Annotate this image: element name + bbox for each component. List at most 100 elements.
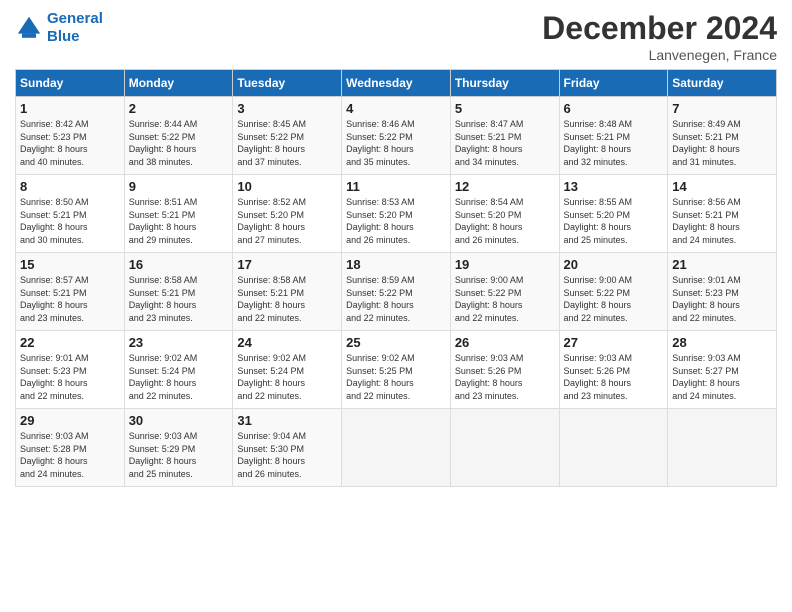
day-number: 9	[129, 179, 229, 194]
calendar-cell: 15 Sunrise: 8:57 AM Sunset: 5:21 PM Dayli…	[16, 253, 125, 331]
day-content: Sunrise: 8:44 AM Sunset: 5:22 PM Dayligh…	[129, 118, 229, 168]
col-monday: Monday	[124, 70, 233, 97]
calendar-cell: 3 Sunrise: 8:45 AM Sunset: 5:22 PM Daylig…	[233, 97, 342, 175]
day-content: Sunrise: 8:50 AM Sunset: 5:21 PM Dayligh…	[20, 196, 120, 246]
day-content: Sunrise: 8:52 AM Sunset: 5:20 PM Dayligh…	[237, 196, 337, 246]
day-number: 2	[129, 101, 229, 116]
page-container: General Blue December 2024 Lanvenegen, F…	[0, 0, 792, 497]
calendar-cell: 7 Sunrise: 8:49 AM Sunset: 5:21 PM Daylig…	[668, 97, 777, 175]
calendar-cell	[668, 409, 777, 487]
calendar-cell: 22 Sunrise: 9:01 AM Sunset: 5:23 PM Dayli…	[16, 331, 125, 409]
day-content: Sunrise: 9:04 AM Sunset: 5:30 PM Dayligh…	[237, 430, 337, 480]
day-number: 12	[455, 179, 555, 194]
day-number: 13	[564, 179, 664, 194]
calendar-cell: 23 Sunrise: 9:02 AM Sunset: 5:24 PM Dayli…	[124, 331, 233, 409]
calendar-cell: 8 Sunrise: 8:50 AM Sunset: 5:21 PM Daylig…	[16, 175, 125, 253]
day-content: Sunrise: 9:03 AM Sunset: 5:28 PM Dayligh…	[20, 430, 120, 480]
day-number: 8	[20, 179, 120, 194]
day-number: 23	[129, 335, 229, 350]
day-content: Sunrise: 8:54 AM Sunset: 5:20 PM Dayligh…	[455, 196, 555, 246]
day-content: Sunrise: 9:03 AM Sunset: 5:26 PM Dayligh…	[564, 352, 664, 402]
day-content: Sunrise: 8:58 AM Sunset: 5:21 PM Dayligh…	[129, 274, 229, 324]
day-number: 27	[564, 335, 664, 350]
day-number: 7	[672, 101, 772, 116]
day-content: Sunrise: 8:46 AM Sunset: 5:22 PM Dayligh…	[346, 118, 446, 168]
calendar-cell: 9Sunrise: 8:51 AM Sunset: 5:21 PM Daylig…	[124, 175, 233, 253]
day-number: 22	[20, 335, 120, 350]
calendar-cell: 4 Sunrise: 8:46 AM Sunset: 5:22 PM Daylig…	[342, 97, 451, 175]
calendar-cell: 1Sunrise: 8:42 AM Sunset: 5:23 PM Daylig…	[16, 97, 125, 175]
day-content: Sunrise: 8:57 AM Sunset: 5:21 PM Dayligh…	[20, 274, 120, 324]
col-friday: Friday	[559, 70, 668, 97]
day-content: Sunrise: 8:47 AM Sunset: 5:21 PM Dayligh…	[455, 118, 555, 168]
day-number: 14	[672, 179, 772, 194]
calendar-cell: 2 Sunrise: 8:44 AM Sunset: 5:22 PM Daylig…	[124, 97, 233, 175]
col-wednesday: Wednesday	[342, 70, 451, 97]
calendar-cell: 17Sunrise: 8:58 AM Sunset: 5:21 PM Dayli…	[233, 253, 342, 331]
day-content: Sunrise: 9:01 AM Sunset: 5:23 PM Dayligh…	[20, 352, 120, 402]
calendar-cell: 14 Sunrise: 8:56 AM Sunset: 5:21 PM Dayli…	[668, 175, 777, 253]
calendar-cell: 6 Sunrise: 8:48 AM Sunset: 5:21 PM Daylig…	[559, 97, 668, 175]
day-content: Sunrise: 8:59 AM Sunset: 5:22 PM Dayligh…	[346, 274, 446, 324]
day-number: 10	[237, 179, 337, 194]
logo-line1: General	[47, 10, 103, 27]
day-number: 6	[564, 101, 664, 116]
col-saturday: Saturday	[668, 70, 777, 97]
calendar-header: Sunday Monday Tuesday Wednesday Thursday…	[16, 70, 777, 97]
logo-line2: Blue	[47, 28, 80, 45]
day-number: 15	[20, 257, 120, 272]
calendar-cell: 26 Sunrise: 9:03 AM Sunset: 5:26 PM Dayli…	[450, 331, 559, 409]
day-number: 30	[129, 413, 229, 428]
logo: General Blue	[15, 10, 103, 46]
day-content: Sunrise: 8:49 AM Sunset: 5:21 PM Dayligh…	[672, 118, 772, 168]
calendar-cell: 29 Sunrise: 9:03 AM Sunset: 5:28 PM Dayli…	[16, 409, 125, 487]
calendar-cell: 5Sunrise: 8:47 AM Sunset: 5:21 PM Daylig…	[450, 97, 559, 175]
day-content: Sunrise: 9:00 AM Sunset: 5:22 PM Dayligh…	[455, 274, 555, 324]
col-tuesday: Tuesday	[233, 70, 342, 97]
calendar-cell: 19 Sunrise: 9:00 AM Sunset: 5:22 PM Dayli…	[450, 253, 559, 331]
day-content: Sunrise: 9:01 AM Sunset: 5:23 PM Dayligh…	[672, 274, 772, 324]
day-content: Sunrise: 9:03 AM Sunset: 5:27 PM Dayligh…	[672, 352, 772, 402]
day-content: Sunrise: 8:48 AM Sunset: 5:21 PM Dayligh…	[564, 118, 664, 168]
calendar-week-5: 29 Sunrise: 9:03 AM Sunset: 5:28 PM Dayli…	[16, 409, 777, 487]
calendar-cell: 28Sunrise: 9:03 AM Sunset: 5:27 PM Dayli…	[668, 331, 777, 409]
calendar-week-2: 8 Sunrise: 8:50 AM Sunset: 5:21 PM Daylig…	[16, 175, 777, 253]
day-number: 21	[672, 257, 772, 272]
logo-text: General Blue	[47, 10, 103, 46]
day-number: 25	[346, 335, 446, 350]
header-row: Sunday Monday Tuesday Wednesday Thursday…	[16, 70, 777, 97]
calendar-cell	[559, 409, 668, 487]
title-block: December 2024 Lanvenegen, France	[542, 10, 777, 63]
day-number: 26	[455, 335, 555, 350]
day-number: 18	[346, 257, 446, 272]
day-number: 29	[20, 413, 120, 428]
calendar-table: Sunday Monday Tuesday Wednesday Thursday…	[15, 69, 777, 487]
day-content: Sunrise: 9:03 AM Sunset: 5:29 PM Dayligh…	[129, 430, 229, 480]
calendar-body: 1Sunrise: 8:42 AM Sunset: 5:23 PM Daylig…	[16, 97, 777, 487]
day-content: Sunrise: 8:56 AM Sunset: 5:21 PM Dayligh…	[672, 196, 772, 246]
calendar-cell: 24Sunrise: 9:02 AM Sunset: 5:24 PM Dayli…	[233, 331, 342, 409]
calendar-cell: 30 Sunrise: 9:03 AM Sunset: 5:29 PM Dayli…	[124, 409, 233, 487]
day-content: Sunrise: 9:02 AM Sunset: 5:24 PM Dayligh…	[129, 352, 229, 402]
calendar-week-1: 1Sunrise: 8:42 AM Sunset: 5:23 PM Daylig…	[16, 97, 777, 175]
day-content: Sunrise: 9:00 AM Sunset: 5:22 PM Dayligh…	[564, 274, 664, 324]
header: General Blue December 2024 Lanvenegen, F…	[15, 10, 777, 63]
day-number: 4	[346, 101, 446, 116]
day-number: 3	[237, 101, 337, 116]
day-content: Sunrise: 8:45 AM Sunset: 5:22 PM Dayligh…	[237, 118, 337, 168]
month-title: December 2024	[542, 10, 777, 47]
calendar-cell	[450, 409, 559, 487]
day-number: 16	[129, 257, 229, 272]
day-content: Sunrise: 9:03 AM Sunset: 5:26 PM Dayligh…	[455, 352, 555, 402]
calendar-cell: 27 Sunrise: 9:03 AM Sunset: 5:26 PM Dayli…	[559, 331, 668, 409]
day-content: Sunrise: 8:53 AM Sunset: 5:20 PM Dayligh…	[346, 196, 446, 246]
location: Lanvenegen, France	[542, 47, 777, 63]
day-number: 17	[237, 257, 337, 272]
calendar-week-4: 22 Sunrise: 9:01 AM Sunset: 5:23 PM Dayli…	[16, 331, 777, 409]
day-number: 19	[455, 257, 555, 272]
day-number: 1	[20, 101, 120, 116]
calendar-cell: 12 Sunrise: 8:54 AM Sunset: 5:20 PM Dayli…	[450, 175, 559, 253]
calendar-cell: 18 Sunrise: 8:59 AM Sunset: 5:22 PM Dayli…	[342, 253, 451, 331]
calendar-cell: 31Sunrise: 9:04 AM Sunset: 5:30 PM Dayli…	[233, 409, 342, 487]
calendar-cell: 16 Sunrise: 8:58 AM Sunset: 5:21 PM Dayli…	[124, 253, 233, 331]
